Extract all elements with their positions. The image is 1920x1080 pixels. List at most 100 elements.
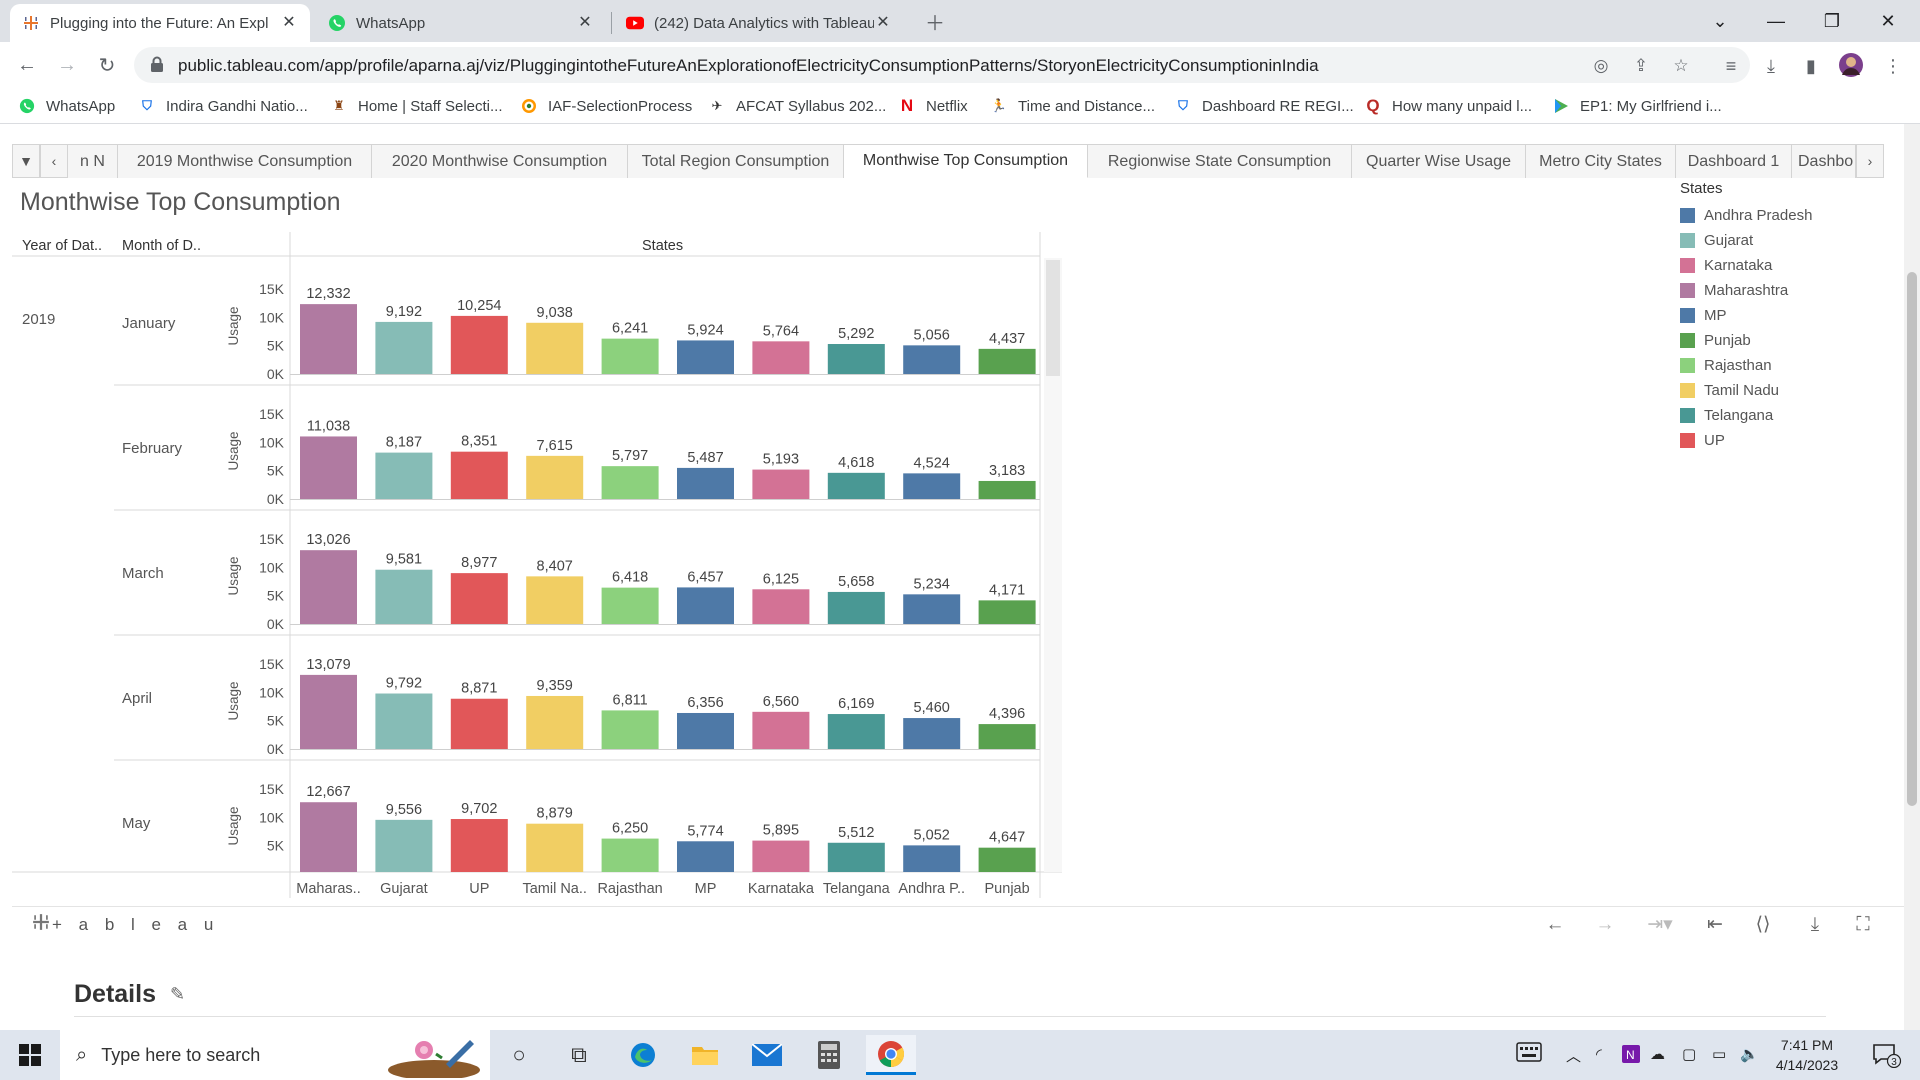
bookmark-netflix[interactable]: N Netflix xyxy=(898,96,968,116)
netflix-icon: N xyxy=(900,96,914,115)
meet-now-icon[interactable]: ▢ xyxy=(1682,1045,1696,1063)
menu-kebab-icon[interactable]: ⋮ xyxy=(1880,54,1906,78)
legend-item[interactable]: Telangana xyxy=(1680,403,1812,428)
chart-scroll-thumb xyxy=(1046,260,1060,376)
keyboard-icon[interactable] xyxy=(1516,1042,1542,1066)
profile-avatar[interactable] xyxy=(1838,52,1864,77)
bookmark-ignou[interactable]: ⛉ Indira Gandhi Natio... xyxy=(138,96,308,116)
story-next-icon[interactable]: › xyxy=(1856,144,1884,178)
share-icon[interactable]: ⇪ xyxy=(1630,55,1652,77)
legend-label: Rajasthan xyxy=(1704,357,1772,374)
undo-icon[interactable]: ← xyxy=(1542,913,1568,937)
page-scrollbar[interactable] xyxy=(1904,124,1920,1030)
minimize-icon[interactable]: — xyxy=(1748,0,1804,42)
cloud-icon[interactable]: ☁ xyxy=(1650,1045,1665,1063)
story-point-label: Dashbo xyxy=(1798,152,1854,170)
task-view-icon[interactable]: ⧉ xyxy=(554,1035,604,1075)
bookmark-quora[interactable]: Q How many unpaid l... xyxy=(1364,96,1532,116)
mail-icon[interactable] xyxy=(742,1035,792,1075)
wifi-icon[interactable]: ◜ xyxy=(1596,1045,1602,1063)
windows-start-icon[interactable] xyxy=(0,1030,60,1080)
window-close-icon[interactable]: ✕ xyxy=(1860,0,1916,42)
bookmark-time-distance[interactable]: 🏃 Time and Distance... xyxy=(990,96,1155,116)
fullscreen-icon[interactable]: ⛶ xyxy=(1850,913,1876,937)
download-icon[interactable]: ⤓ xyxy=(1802,913,1828,937)
browser-tab-youtube[interactable]: (242) Data Analytics with Tableau ✕ xyxy=(614,4,904,42)
clock[interactable]: 7:41 PM 4/14/2023 xyxy=(1762,1035,1852,1075)
legend-item[interactable]: Karnataka xyxy=(1680,253,1812,278)
bookmark-afcat[interactable]: ✈ AFCAT Syllabus 202... xyxy=(708,96,887,116)
bar-value-label: 4,618 xyxy=(838,455,874,471)
revert-icon[interactable]: ⇥▾ xyxy=(1638,913,1682,937)
chrome-icon[interactable] xyxy=(866,1035,916,1075)
browser-tab-tableau[interactable]: Plugging into the Future: An Expl ✕ xyxy=(10,4,310,42)
bar xyxy=(450,698,508,749)
bookmark-whatsapp[interactable]: WhatsApp xyxy=(18,96,115,116)
story-point-6[interactable]: Quarter Wise Usage xyxy=(1352,144,1526,178)
legend-item[interactable]: Gujarat xyxy=(1680,228,1812,253)
share-icon[interactable]: ⟨⟩ xyxy=(1750,913,1776,937)
tableau-viz-page: ▼ ‹ n N 2019 Monthwise Consumption 2020 … xyxy=(0,124,1904,1030)
media-queue-icon[interactable]: ≡ xyxy=(1718,54,1744,78)
bookmark-label: Home | Staff Selecti... xyxy=(358,97,503,115)
pencil-icon[interactable]: ✎ xyxy=(170,984,185,1005)
reload-icon[interactable]: ↻ xyxy=(92,50,122,80)
scrollbar-thumb[interactable] xyxy=(1907,272,1917,806)
bar-chart[interactable]: 2019 January Usage 15K 10K 5K 0K 12,332 9,192 10,… xyxy=(0,124,1080,904)
bookmark-ssc[interactable]: ♜ Home | Staff Selecti... xyxy=(330,96,503,116)
x-category-label: Tamil Na.. xyxy=(522,881,586,897)
side-panel-icon[interactable]: ▮ xyxy=(1798,54,1824,78)
close-icon[interactable]: ✕ xyxy=(874,14,892,32)
star-icon[interactable]: ☆ xyxy=(1670,55,1692,77)
clock-time: 7:41 PM xyxy=(1780,1037,1834,1053)
bar xyxy=(601,710,659,749)
close-icon[interactable]: ✕ xyxy=(280,14,298,32)
onenote-icon[interactable]: N xyxy=(1622,1045,1640,1067)
tab-search-chevron-icon[interactable]: ⌄ xyxy=(1692,0,1748,42)
close-icon[interactable]: ✕ xyxy=(576,14,594,32)
chevron-up-icon[interactable]: ︿ xyxy=(1566,1045,1581,1066)
notification-icon[interactable]: 3 xyxy=(1872,1042,1902,1072)
bookmark-ep1[interactable]: EP1: My Girlfriend i... xyxy=(1552,96,1722,116)
legend-item[interactable]: Maharashtra xyxy=(1680,278,1812,303)
legend-item[interactable]: Rajasthan xyxy=(1680,353,1812,378)
bookmark-iaf[interactable]: IAF-SelectionProcess xyxy=(520,96,692,116)
taskbar-search[interactable]: ⌕ Type here to search xyxy=(60,1030,490,1080)
bookmark-dashboard[interactable]: ⛉ Dashboard RE REGI... xyxy=(1174,96,1354,116)
forward-icon[interactable]: → xyxy=(52,50,82,80)
calculator-icon[interactable] xyxy=(804,1035,854,1075)
story-point-7[interactable]: Metro City States xyxy=(1526,144,1676,178)
browser-toolbar: ← → ↻ public.tableau.com/app/profile/apa… xyxy=(0,42,1920,88)
back-icon[interactable]: ← xyxy=(12,50,42,80)
runner-icon: 🏃 xyxy=(990,98,1008,113)
bar-value-label: 9,359 xyxy=(537,678,573,694)
restore-icon[interactable]: ❐ xyxy=(1804,0,1860,42)
bar xyxy=(450,315,508,374)
edge-icon[interactable] xyxy=(618,1035,668,1075)
speaker-icon[interactable]: 🔈 xyxy=(1740,1045,1759,1063)
legend-item[interactable]: MP xyxy=(1680,303,1812,328)
address-bar[interactable]: public.tableau.com/app/profile/aparna.aj… xyxy=(134,47,1750,83)
tableau-logo[interactable]: + a b l e a u xyxy=(32,913,219,936)
new-tab-icon[interactable]: ＋ xyxy=(920,6,950,36)
browser-tab-whatsapp[interactable]: WhatsApp ✕ xyxy=(316,4,606,42)
revert-all-icon[interactable]: ⇤ xyxy=(1702,913,1728,937)
legend-item[interactable]: UP xyxy=(1680,428,1812,453)
eye-off-icon[interactable]: ◎ xyxy=(1590,55,1612,77)
browser-tab-strip: Plugging into the Future: An Expl ✕ What… xyxy=(0,0,1920,42)
redo-icon[interactable]: → xyxy=(1592,913,1618,937)
emblem-icon: ♜ xyxy=(333,98,345,113)
file-explorer-icon[interactable] xyxy=(680,1035,730,1075)
legend-item[interactable]: Tamil Nadu xyxy=(1680,378,1812,403)
story-point-5[interactable]: Regionwise State Consumption xyxy=(1088,144,1352,178)
legend-item[interactable]: Punjab xyxy=(1680,328,1812,353)
bar-value-label: 9,556 xyxy=(386,802,422,818)
bar-value-label: 6,356 xyxy=(687,695,723,711)
story-point-9[interactable]: Dashbo xyxy=(1792,144,1856,178)
month-label: May xyxy=(122,815,151,832)
battery-icon[interactable]: ▭ xyxy=(1712,1045,1726,1063)
story-point-8[interactable]: Dashboard 1 xyxy=(1676,144,1792,178)
cortana-icon[interactable]: ○ xyxy=(494,1035,544,1075)
legend-item[interactable]: Andhra Pradesh xyxy=(1680,203,1812,228)
download-icon[interactable]: ⤓ xyxy=(1758,54,1784,78)
